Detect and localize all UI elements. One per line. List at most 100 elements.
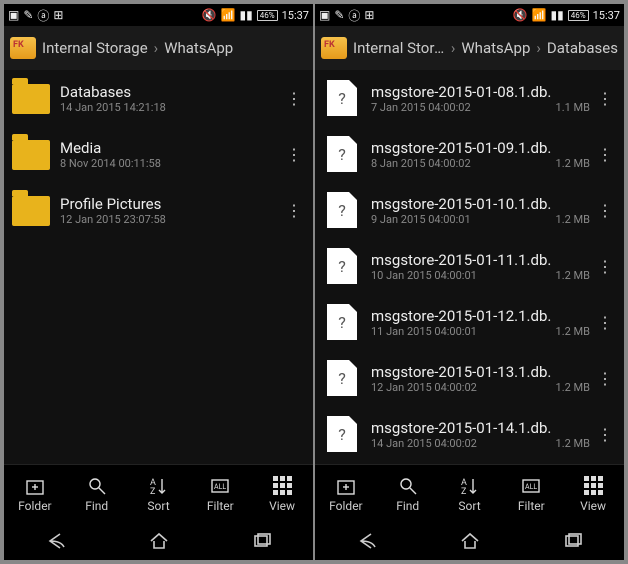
back-icon[interactable] xyxy=(357,531,377,551)
file-row[interactable]: ? msgstore-2015-01-10.1.db.9 Jan 2015 04:… xyxy=(315,182,624,238)
search-icon xyxy=(87,475,107,497)
crumb[interactable]: WhatsApp xyxy=(461,39,530,57)
kebab-icon[interactable]: ⋮ xyxy=(594,425,616,444)
clock: 15:37 xyxy=(282,9,309,22)
kebab-icon[interactable]: ⋮ xyxy=(283,145,305,164)
crumb[interactable]: Databases xyxy=(547,39,618,57)
item-meta: msgstore-2015-01-08.1.db.7 Jan 2015 04:0… xyxy=(371,83,594,114)
folder-plus-icon xyxy=(25,475,45,497)
item-sub: 8 Jan 2015 04:00:021.2 MB xyxy=(371,157,594,170)
kebab-icon[interactable]: ⋮ xyxy=(594,257,616,276)
item-name: msgstore-2015-01-13.1.db. xyxy=(371,363,594,381)
view-button[interactable]: View xyxy=(251,465,313,522)
item-sub: 14 Jan 2015 04:00:021.2 MB xyxy=(371,437,594,450)
item-name: Profile Pictures xyxy=(60,195,283,213)
folder-row[interactable]: Media8 Nov 2014 00:11:58⋮ xyxy=(4,126,313,182)
item-sub: 12 Jan 2015 04:00:021.2 MB xyxy=(371,381,594,394)
filter-button[interactable]: ALLFilter xyxy=(189,465,251,522)
search-icon xyxy=(398,475,418,497)
crumb[interactable]: Internal Storage xyxy=(42,39,148,57)
item-name: Databases xyxy=(60,83,283,101)
item-date: 8 Nov 2014 00:11:58 xyxy=(60,157,161,170)
notif-icon: ▣ xyxy=(8,8,19,22)
folder-icon xyxy=(12,80,52,116)
wifi-icon: 📶 xyxy=(532,8,547,22)
kebab-icon[interactable]: ⋮ xyxy=(283,89,305,108)
item-date: 14 Jan 2015 04:00:02 xyxy=(371,437,477,450)
breadcrumb[interactable]: Internal Storage › WhatsApp › Databases xyxy=(315,26,624,70)
folder-row[interactable]: Databases14 Jan 2015 14:21:18⋮ xyxy=(4,70,313,126)
view-button[interactable]: View xyxy=(562,465,624,522)
item-meta: msgstore-2015-01-09.1.db.8 Jan 2015 04:0… xyxy=(371,139,594,170)
bottom-bar: FolderFind AZ Sort ALLFilterView xyxy=(4,464,313,522)
grid-icon xyxy=(584,475,603,497)
item-meta: Profile Pictures12 Jan 2015 23:07:58 xyxy=(60,195,283,226)
amazon-icon: ⓐ xyxy=(37,7,49,24)
item-date: 8 Jan 2015 04:00:02 xyxy=(371,157,471,170)
file-icon: ? xyxy=(323,248,363,284)
folder-plus-icon xyxy=(336,475,356,497)
recent-icon[interactable] xyxy=(252,531,272,551)
file-row[interactable]: ?msgstore-2015-01-12.1.db.11 Jan 2015 04… xyxy=(315,294,624,350)
sort-button[interactable]: AZ Sort xyxy=(128,465,190,522)
crumb[interactable]: WhatsApp xyxy=(164,39,233,57)
status-left: ▣ ✎ ⓐ ⊞ xyxy=(8,7,63,24)
file-list: ? msgstore-2015-01-08.1.db.7 Jan 2015 04:… xyxy=(315,70,624,464)
gplus-icon: ⊞ xyxy=(364,8,374,22)
home-icon[interactable] xyxy=(460,531,480,551)
status-right: 🔇 📶 ▮▮ 46% 15:37 xyxy=(202,8,309,22)
file-row[interactable]: ?msgstore-2015-01-11.1.db.10 Jan 2015 04… xyxy=(315,238,624,294)
filter-button[interactable]: ALLFilter xyxy=(500,465,562,522)
bb-label: View xyxy=(580,499,606,513)
find-button[interactable]: Find xyxy=(377,465,439,522)
item-date: 7 Jan 2015 04:00:02 xyxy=(371,101,471,114)
bb-label: Sort xyxy=(147,499,169,513)
file-row[interactable]: ? msgstore-2015-01-14.1.db.14 Jan 2015 04… xyxy=(315,406,624,462)
back-icon[interactable] xyxy=(46,531,66,551)
kebab-icon[interactable]: ⋮ xyxy=(283,201,305,220)
signal-icon: ▮▮ xyxy=(551,8,564,22)
file-icon: ? xyxy=(323,136,363,172)
notif-icon: ✎ xyxy=(334,8,344,22)
file-icon: ? xyxy=(323,192,363,228)
crumb[interactable]: Internal Storage xyxy=(353,39,445,57)
app-icon[interactable] xyxy=(321,37,347,59)
item-name: msgstore-2015-01-12.1.db. xyxy=(371,307,594,325)
find-button[interactable]: Find xyxy=(66,465,128,522)
notif-icon: ▣ xyxy=(319,8,330,22)
mute-icon: 🔇 xyxy=(513,8,528,22)
item-meta: msgstore-2015-01-14.1.db.14 Jan 2015 04:… xyxy=(371,419,594,450)
sort-button[interactable]: AZSort xyxy=(439,465,501,522)
bb-label: Find xyxy=(396,499,419,513)
folder-row[interactable]: Profile Pictures12 Jan 2015 23:07:58⋮ xyxy=(4,182,313,238)
android-navbar xyxy=(4,522,313,560)
item-meta: msgstore-2015-01-10.1.db.9 Jan 2015 04:0… xyxy=(371,195,594,226)
battery-level: 46% xyxy=(568,10,589,21)
breadcrumb[interactable]: Internal Storage › WhatsApp xyxy=(4,26,313,70)
folder-button[interactable]: Folder xyxy=(4,465,66,522)
home-icon[interactable] xyxy=(149,531,169,551)
battery-level: 46% xyxy=(257,10,278,21)
amazon-icon: ⓐ xyxy=(348,7,360,24)
app-icon[interactable] xyxy=(10,37,36,59)
file-icon: ? xyxy=(323,416,363,452)
phone-right: ▣ ✎ ⓐ ⊞ 🔇 📶 ▮▮ 46% 15:37 Internal Storag… xyxy=(315,4,624,560)
kebab-icon[interactable]: ⋮ xyxy=(594,145,616,164)
item-sub: 10 Jan 2015 04:00:011.2 MB xyxy=(371,269,594,282)
item-size: 1.2 MB xyxy=(556,325,594,338)
folder-button[interactable]: Folder xyxy=(315,465,377,522)
svg-text:Z: Z xyxy=(150,487,156,496)
sort-az-icon: AZ xyxy=(148,475,168,497)
kebab-icon[interactable]: ⋮ xyxy=(594,201,616,220)
status-left: ▣ ✎ ⓐ ⊞ xyxy=(319,7,374,24)
item-sub: 9 Jan 2015 04:00:011.2 MB xyxy=(371,213,594,226)
file-row[interactable]: ? msgstore-2015-01-09.1.db.8 Jan 2015 04:… xyxy=(315,126,624,182)
item-name: msgstore-2015-01-08.1.db. xyxy=(371,83,594,101)
file-row[interactable]: ?msgstore-2015-01-08.1.db.7 Jan 2015 04:… xyxy=(315,70,624,126)
file-row[interactable]: ?msgstore-2015-01-13.1.db.12 Jan 2015 04… xyxy=(315,350,624,406)
kebab-icon[interactable]: ⋮ xyxy=(594,313,616,332)
kebab-icon[interactable]: ⋮ xyxy=(594,89,616,108)
kebab-icon[interactable]: ⋮ xyxy=(594,369,616,388)
recent-icon[interactable] xyxy=(563,531,583,551)
grid-icon xyxy=(273,475,292,497)
